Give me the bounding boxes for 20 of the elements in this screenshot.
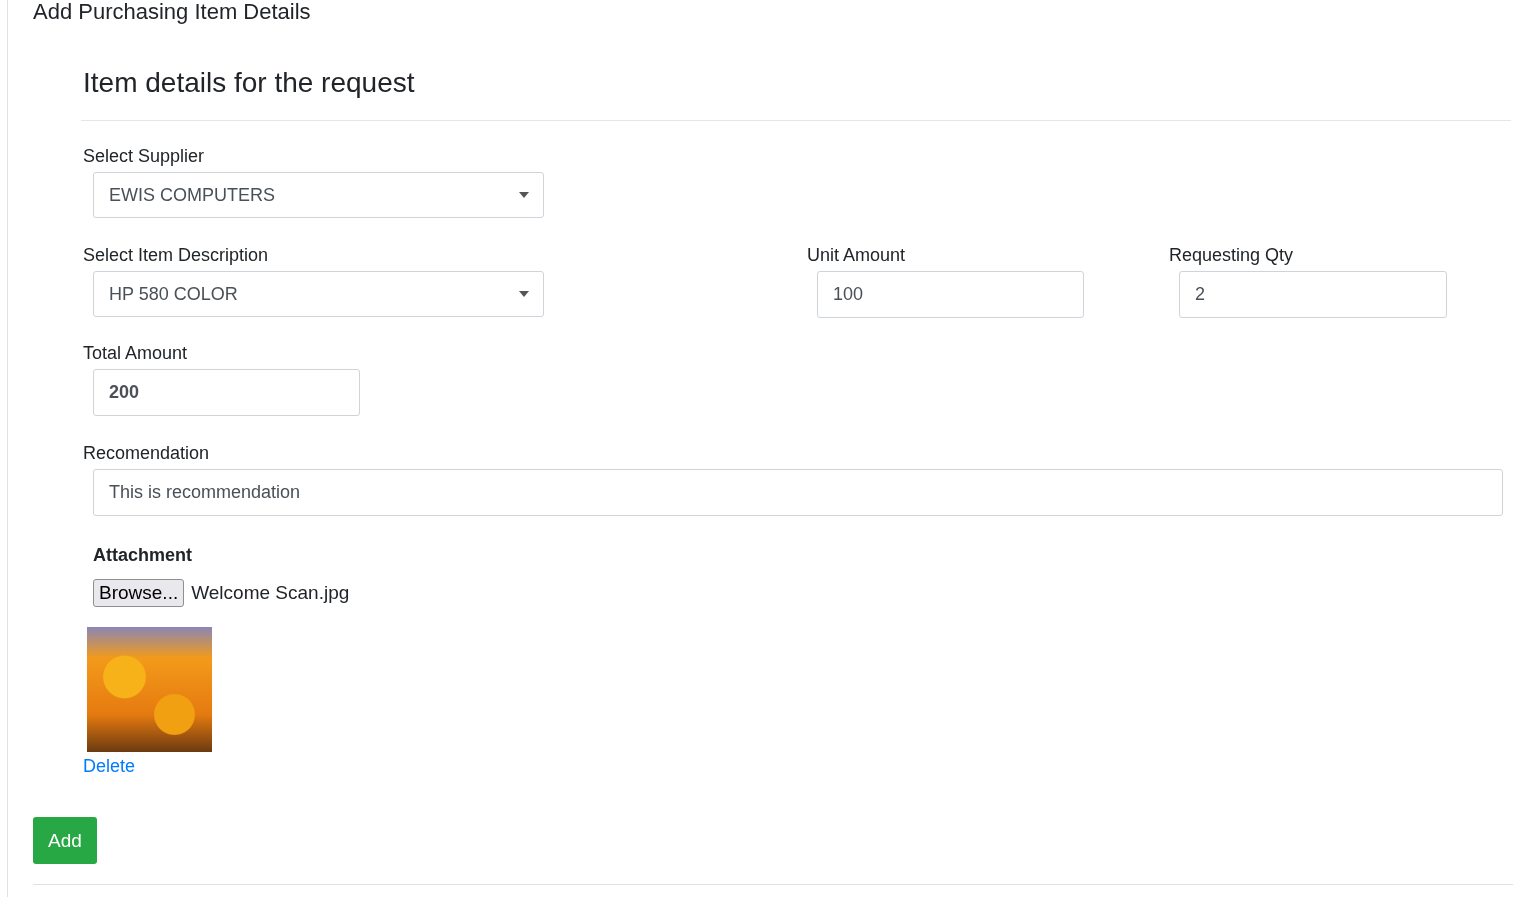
recommendation-field[interactable]: This is recommendation [93,469,1503,516]
total-amount-field[interactable]: 200 [93,369,360,416]
field-label: Select Item Description [83,244,270,266]
caret-icon [519,291,529,297]
field-label: Select Supplier [83,145,206,167]
attachment-label: Attachment [93,544,193,566]
field-label: Total Amount [83,342,189,364]
page-title: Add Purchasing Item Details [33,0,312,24]
field-label: Unit Amount [807,244,907,266]
field-label: Requesting Qty [1169,244,1295,266]
field-label: Recomendation [83,442,211,464]
item-description-select[interactable]: HP 580 COLOR [93,271,544,317]
unit-amount-field[interactable]: 100 [817,271,1084,318]
delete-link[interactable]: Delete [83,756,136,777]
file-name: Welcome Scan.jpg [191,582,350,604]
requesting-qty-field[interactable]: 2 [1179,271,1447,318]
browse-button[interactable]: Browse... [93,579,185,607]
caret-icon [519,192,529,198]
supplier-select[interactable]: EWIS COMPUTERS [93,172,544,218]
section-title: Item details for the request [83,66,416,100]
